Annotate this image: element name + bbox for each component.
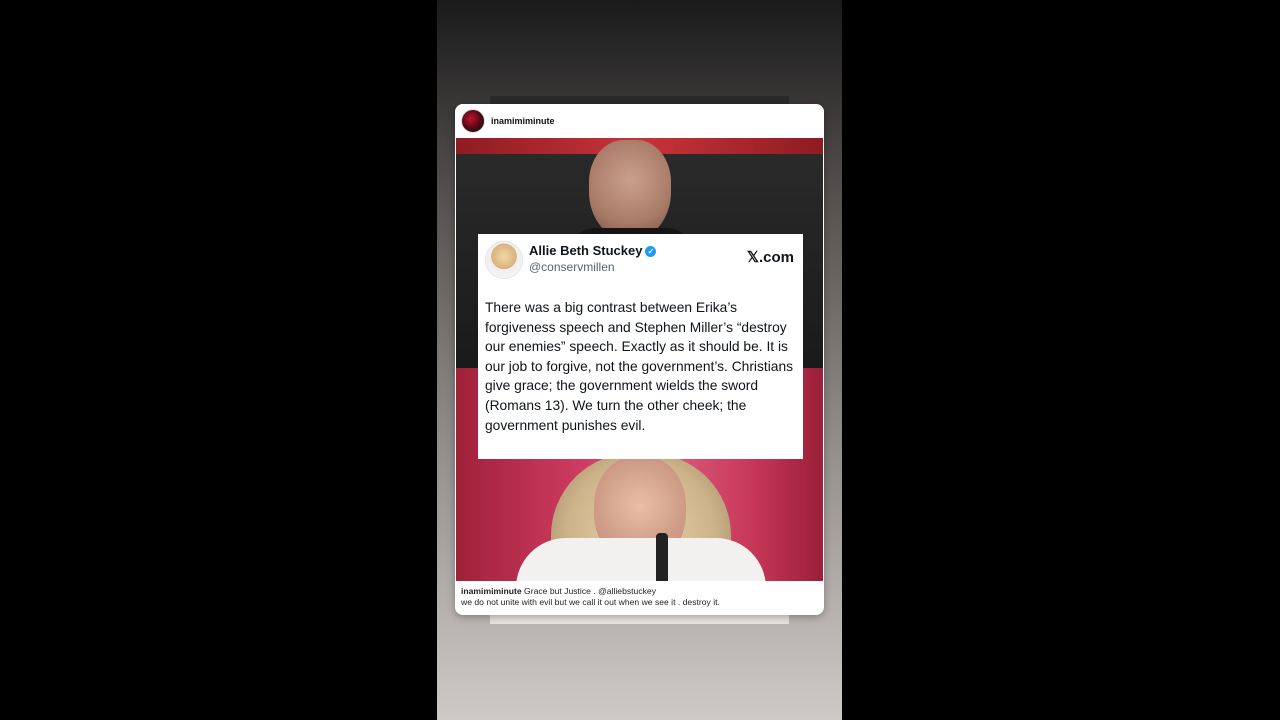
story-viewer: inamimiminute Allie Beth Stuckey ✓ @conse… (437, 0, 842, 720)
tweet-author-name: Allie Beth Stuckey ✓ (529, 243, 657, 258)
post-username[interactable]: inamimiminute (491, 116, 555, 126)
x-logo-icon: 𝕏.com (746, 249, 794, 266)
post-image: Allie Beth Stuckey ✓ @conservmillen 𝕏.com… (456, 138, 823, 581)
shared-post-card[interactable]: inamimiminute Allie Beth Stuckey ✓ @conse… (455, 104, 824, 615)
microphone-icon (656, 533, 668, 581)
caption-line1: Grace but Justice . @alliebstuckey (524, 586, 657, 596)
post-caption: inamimiminute Grace but Justice . @allie… (461, 586, 818, 608)
tweet-card: Allie Beth Stuckey ✓ @conservmillen 𝕏.com… (478, 234, 803, 459)
post-header[interactable]: inamimiminute (455, 104, 824, 138)
speaker-man-head (589, 140, 671, 240)
caption-line2: we do not unite with evil but we call it… (461, 597, 720, 607)
verified-badge-icon: ✓ (645, 246, 657, 257)
tweet-author-avatar (485, 241, 523, 279)
caption-username[interactable]: inamimiminute (461, 586, 522, 596)
tweet-body: There was a big contrast between Erika’s… (485, 300, 794, 433)
tweet-author-name-text: Allie Beth Stuckey (529, 243, 643, 258)
profile-avatar-icon[interactable] (461, 109, 485, 133)
speaker-woman-jacket (516, 538, 766, 581)
tweet-author-handle: @conservmillen (529, 260, 615, 274)
